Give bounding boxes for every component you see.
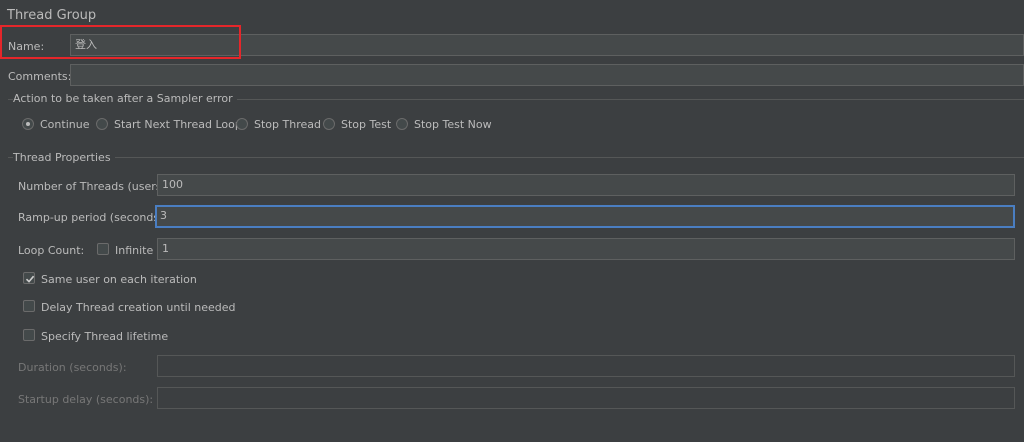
num-threads-field[interactable]: 100 (157, 174, 1015, 196)
specify-lifetime-label[interactable]: Specify Thread lifetime (41, 330, 168, 343)
delay-creation-checkbox[interactable] (23, 300, 35, 312)
infinite-label[interactable]: Infinite (115, 244, 153, 257)
comments-label: Comments: (8, 70, 72, 83)
duration-field[interactable] (157, 355, 1015, 377)
checkmark-icon (25, 275, 35, 283)
radio-stop-thread-label[interactable]: Stop Thread (254, 118, 321, 131)
panel-title: Thread Group (7, 8, 97, 23)
ramp-up-field[interactable]: 3 (155, 205, 1015, 228)
radio-stop-test-now-label[interactable]: Stop Test Now (414, 118, 492, 131)
thread-properties-group-border (8, 157, 1024, 158)
radio-continue[interactable] (22, 118, 34, 130)
radio-selected-dot (26, 122, 30, 126)
sampler-error-group-title: Action to be taken after a Sampler error (13, 92, 237, 105)
delay-creation-label[interactable]: Delay Thread creation until needed (41, 301, 236, 314)
thread-properties-group-title: Thread Properties (13, 151, 115, 164)
duration-label: Duration (seconds): (18, 361, 127, 374)
startup-delay-field[interactable] (157, 387, 1015, 409)
radio-stop-test[interactable] (323, 118, 335, 130)
name-highlight-box (0, 25, 241, 59)
radio-stop-thread[interactable] (236, 118, 248, 130)
infinite-checkbox[interactable] (97, 243, 109, 255)
radio-start-next-thread-loop[interactable] (96, 118, 108, 130)
radio-start-next-thread-loop-label[interactable]: Start Next Thread Loop (114, 118, 242, 131)
same-user-label[interactable]: Same user on each iteration (41, 273, 197, 286)
comments-field[interactable] (70, 64, 1024, 86)
startup-delay-label: Startup delay (seconds): (18, 393, 154, 406)
loop-count-field[interactable]: 1 (157, 238, 1015, 260)
radio-stop-test-label[interactable]: Stop Test (341, 118, 391, 131)
num-threads-label: Number of Threads (users): (18, 180, 170, 193)
radio-stop-test-now[interactable] (396, 118, 408, 130)
same-user-checkbox[interactable] (23, 272, 35, 284)
loop-count-label: Loop Count: (18, 244, 85, 257)
ramp-up-label: Ramp-up period (seconds): (18, 211, 168, 224)
specify-lifetime-checkbox[interactable] (23, 329, 35, 341)
radio-continue-label[interactable]: Continue (40, 118, 89, 131)
